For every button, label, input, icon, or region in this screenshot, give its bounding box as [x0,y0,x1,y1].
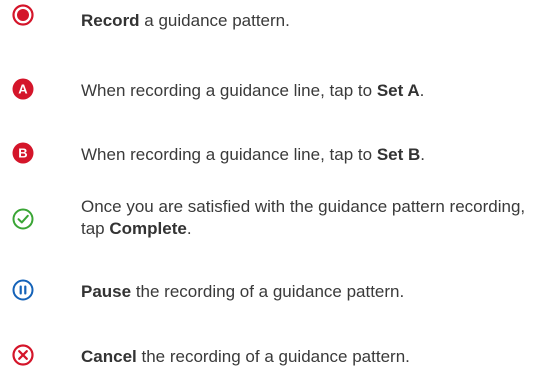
set-b-icon[interactable]: B [12,142,34,164]
cancel-label: Cancel [81,347,137,366]
record-description: Record a guidance pattern. [81,10,536,32]
pause-description: Pause the recording of a guidance patter… [81,281,536,303]
text-after: . [419,81,425,100]
set-b-glyph: B [18,146,27,161]
complete-label: Complete [109,219,187,238]
text-before: When recording a guidance line, tap to [81,81,377,100]
text-after: the recording of a guidance pattern. [131,282,405,301]
pause-label: Pause [81,282,132,301]
record-label: Record [81,11,140,30]
complete-description: Once you are satisfied with the guidance… [81,196,536,240]
set-a-description: When recording a guidance line, tap to S… [81,80,536,102]
complete-icon[interactable] [12,208,34,230]
pause-icon[interactable] [12,279,34,301]
text-after: . [420,145,426,164]
text-after: the recording of a guidance pattern. [136,347,410,366]
cancel-description: Cancel the recording of a guidance patte… [81,346,536,368]
set-b-description: When recording a guidance line, tap to S… [81,144,536,166]
set-a-label: Set A [376,81,420,100]
text-after: . [186,219,192,238]
set-b-label: Set B [376,145,421,164]
cancel-icon[interactable] [12,344,34,366]
set-a-icon[interactable]: A [12,78,34,100]
record-icon[interactable] [12,4,34,26]
set-a-glyph: A [18,82,28,97]
text-after: a guidance pattern. [139,11,290,30]
text-before: When recording a guidance line, tap to [81,145,377,164]
